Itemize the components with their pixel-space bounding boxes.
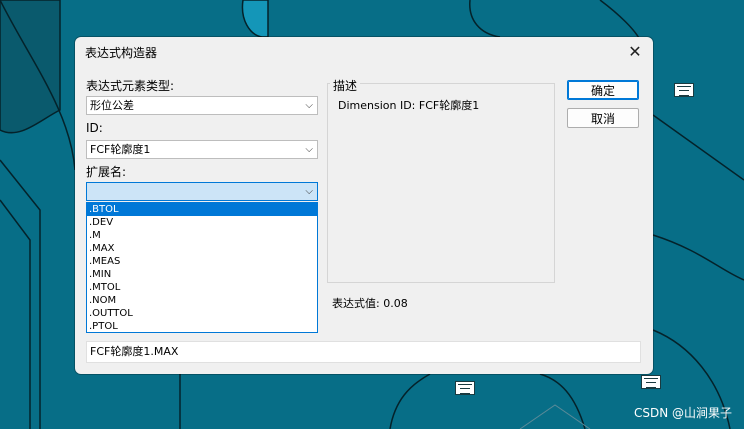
id-label: ID: — [86, 121, 103, 135]
close-icon: ✕ — [628, 41, 642, 61]
watermark: CSDN @山涧果子 — [633, 406, 732, 420]
expression-input[interactable]: FCF轮廓度1.MAX — [86, 341, 641, 363]
extension-option-dev[interactable]: .DEV — [87, 216, 317, 229]
cad-label-tag-icon[interactable] — [641, 375, 661, 389]
ok-button[interactable]: 确定 — [567, 80, 639, 100]
id-value: FCF轮廓度1 — [90, 143, 151, 156]
dialog-title: 表达式构造器 — [85, 46, 158, 60]
description-group-title: 描述 — [330, 77, 361, 94]
element-type-value: 形位公差 — [90, 99, 134, 112]
extension-label: 扩展名: — [86, 165, 127, 179]
expression-builder-dialog: 表达式构造器 ✕ 表达式元素类型: 形位公差 ⌵ ID: FCF轮廓度1 ⌵ 扩… — [75, 37, 653, 374]
cad-label-tag-icon[interactable] — [674, 83, 694, 97]
expression-value-text: 表达式值: 0.08 — [332, 297, 408, 310]
extension-option-mtol[interactable]: .MTOL — [87, 281, 317, 294]
description-group — [327, 83, 555, 283]
extension-option-max[interactable]: .MAX — [87, 242, 317, 255]
element-type-dropdown[interactable]: 形位公差 ⌵ — [86, 96, 318, 115]
extension-option-m[interactable]: .M — [87, 229, 317, 242]
chevron-down-icon: ⌵ — [305, 186, 313, 197]
chevron-down-icon: ⌵ — [305, 144, 313, 155]
extension-option-min[interactable]: .MIN — [87, 268, 317, 281]
id-dropdown[interactable]: FCF轮廓度1 ⌵ — [86, 140, 318, 159]
cancel-button[interactable]: 取消 — [567, 108, 639, 128]
extension-option-outtol[interactable]: .OUTTOL — [87, 307, 317, 320]
cad-label-tag-icon[interactable] — [455, 381, 475, 395]
extension-option-meas[interactable]: .MEAS — [87, 255, 317, 268]
close-button[interactable]: ✕ — [623, 41, 647, 61]
description-text: Dimension ID: FCF轮廓度1 — [338, 99, 480, 112]
element-type-label: 表达式元素类型: — [86, 79, 175, 93]
extension-option-btol[interactable]: .BTOL — [87, 203, 317, 216]
extension-option-ptol[interactable]: .PTOL — [87, 320, 317, 332]
extension-dropdown[interactable]: ⌵ — [86, 182, 318, 201]
extension-options-list[interactable]: .BTOL .DEV .M .MAX .MEAS .MIN .MTOL .NOM… — [86, 202, 318, 333]
extension-option-nom[interactable]: .NOM — [87, 294, 317, 307]
chevron-down-icon: ⌵ — [305, 100, 313, 111]
